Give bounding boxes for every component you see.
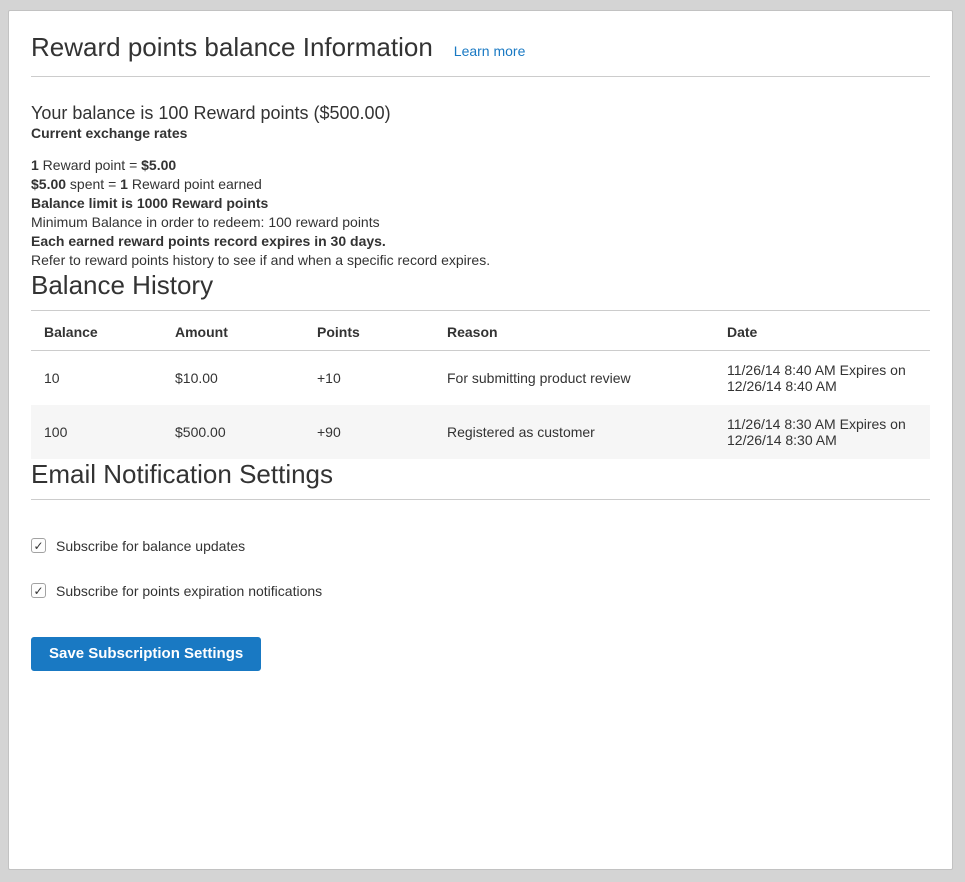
cell-date: 11/26/14 8:30 AM Expires on 12/26/14 8:3… bbox=[714, 405, 930, 459]
save-subscription-settings-button[interactable]: Save Subscription Settings bbox=[31, 637, 261, 671]
cell-balance: 10 bbox=[31, 350, 162, 405]
column-header-balance: Balance bbox=[31, 311, 162, 351]
column-header-points: Points bbox=[304, 311, 434, 351]
cell-points: +10 bbox=[304, 350, 434, 405]
table-row: 10 $10.00 +10 For submitting product rev… bbox=[31, 350, 930, 405]
cell-amount: $10.00 bbox=[162, 350, 304, 405]
table-row: 100 $500.00 +90 Registered as customer 1… bbox=[31, 405, 930, 459]
exchange-rate-lines: 1 Reward point = $5.00 $5.00 spent = 1 R… bbox=[31, 156, 930, 194]
balance-updates-checkbox[interactable] bbox=[31, 538, 46, 553]
learn-more-link[interactable]: Learn more bbox=[454, 43, 526, 59]
points-expiration-option[interactable]: Subscribe for points expiration notifica… bbox=[31, 583, 930, 599]
balance-updates-option[interactable]: Subscribe for balance updates bbox=[31, 538, 930, 554]
cell-reason: For submitting product review bbox=[434, 350, 714, 405]
cell-date: 11/26/14 8:40 AM Expires on 12/26/14 8:4… bbox=[714, 350, 930, 405]
points-expiration-label: Subscribe for points expiration notifica… bbox=[56, 583, 322, 599]
exchange-rate-line-2: $5.00 spent = 1 Reward point earned bbox=[31, 175, 930, 194]
exchange-rates-heading: Current exchange rates bbox=[31, 124, 930, 143]
balance-summary: Your balance is 100 Reward points ($500.… bbox=[31, 103, 930, 124]
email-settings-divider bbox=[31, 499, 930, 500]
balance-history-title: Balance History bbox=[31, 270, 930, 301]
cell-amount: $500.00 bbox=[162, 405, 304, 459]
expiration-refer-note: Refer to reward points history to see if… bbox=[31, 251, 930, 270]
table-header-row: Balance Amount Points Reason Date bbox=[31, 311, 930, 351]
exchange-rate-line-1: 1 Reward point = $5.00 bbox=[31, 156, 930, 175]
balance-history-table: Balance Amount Points Reason Date 10 $10… bbox=[31, 311, 930, 459]
cell-points: +90 bbox=[304, 405, 434, 459]
email-settings-title: Email Notification Settings bbox=[31, 459, 930, 490]
cell-balance: 100 bbox=[31, 405, 162, 459]
minimum-balance-text: Minimum Balance in order to redeem: 100 … bbox=[31, 213, 930, 232]
balance-limit-text: Balance limit is 1000 Reward points bbox=[31, 194, 930, 213]
expiration-notice: Each earned reward points record expires… bbox=[31, 232, 930, 251]
balance-updates-label: Subscribe for balance updates bbox=[56, 538, 245, 554]
column-header-reason: Reason bbox=[434, 311, 714, 351]
cell-reason: Registered as customer bbox=[434, 405, 714, 459]
column-header-date: Date bbox=[714, 311, 930, 351]
column-header-amount: Amount bbox=[162, 311, 304, 351]
page-header: Reward points balance Information Learn … bbox=[31, 11, 930, 77]
page-title: Reward points balance Information bbox=[31, 33, 433, 62]
points-expiration-checkbox[interactable] bbox=[31, 583, 46, 598]
reward-points-panel: Reward points balance Information Learn … bbox=[8, 10, 953, 870]
